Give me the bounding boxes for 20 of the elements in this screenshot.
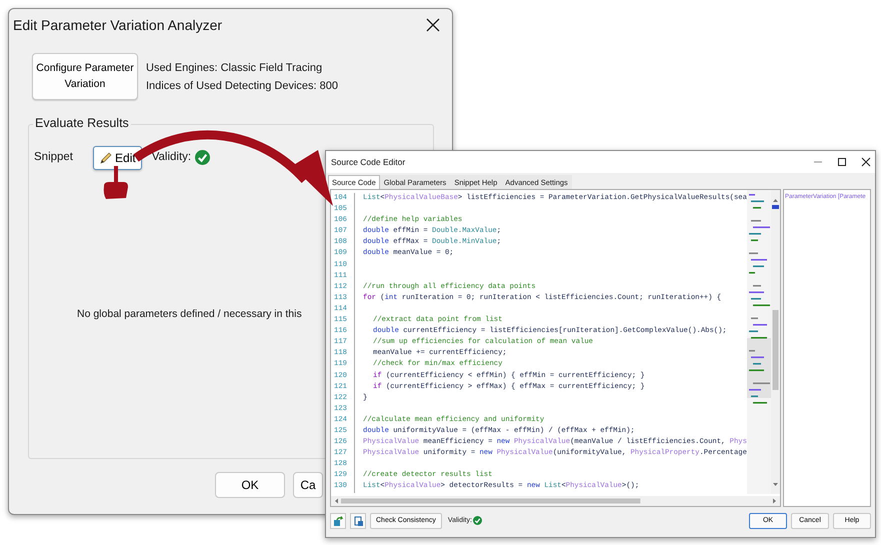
snippet-label: Snippet [34, 150, 74, 166]
window-title: Source Code Editor [331, 156, 406, 168]
edit-button[interactable]: Edit [93, 146, 142, 170]
dialog-button[interactable]: Ca [293, 472, 323, 498]
validity-label: Validity: [152, 150, 192, 166]
toolbar-button[interactable] [330, 513, 346, 529]
dialog-button[interactable]: OK [215, 472, 285, 498]
toolbar-button[interactable] [350, 513, 366, 529]
info-message: No global parameters defined / necessary in this [77, 307, 302, 322]
arrow-icon [332, 516, 344, 526]
hand-pointer-icon [104, 166, 128, 199]
configure-button[interactable]: Configure Parameter Variation [32, 53, 138, 100]
pencil-icon [99, 152, 112, 164]
close-icon[interactable] [861, 157, 871, 167]
close-icon [426, 18, 440, 32]
document-icon [352, 516, 364, 526]
maximize-icon[interactable] [837, 157, 847, 167]
info-text: Indices of Used Detecting Devices: 800 [146, 79, 338, 94]
info-text: Used Engines: Classic Field Tracing [146, 61, 324, 76]
window-title: Edit Parameter Variation Analyzer [13, 16, 222, 35]
